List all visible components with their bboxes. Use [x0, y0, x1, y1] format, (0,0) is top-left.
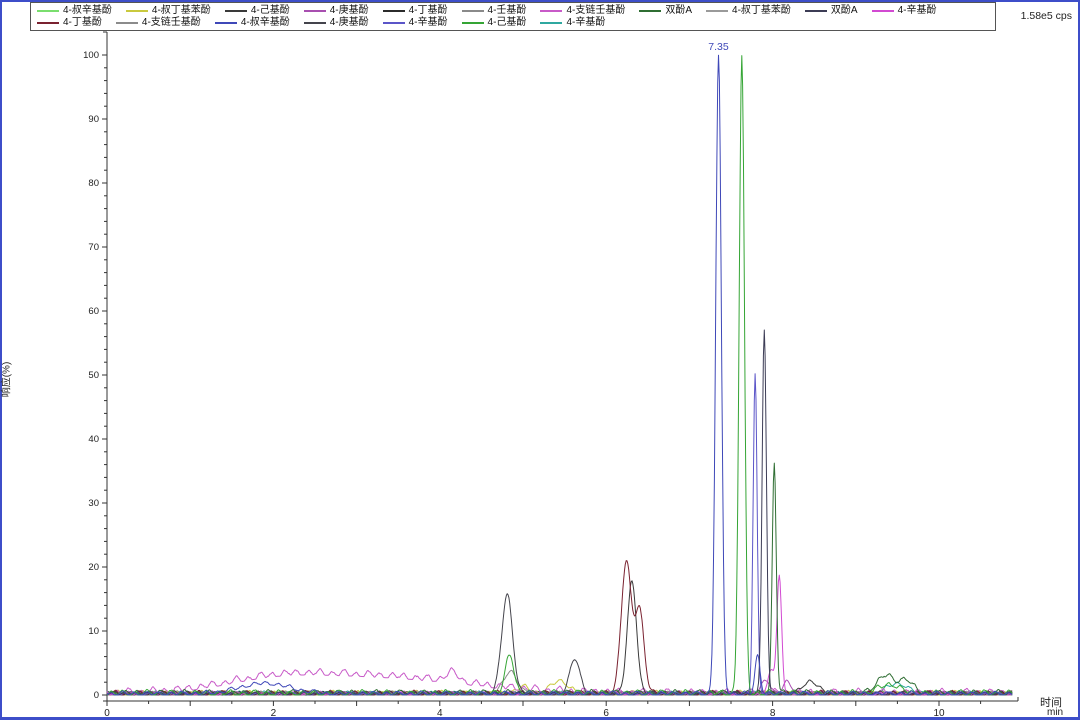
legend-item: 4-壬基酚	[462, 5, 527, 16]
x-tick-label: 2	[271, 708, 277, 719]
legend-item: 4-己基酚	[225, 5, 290, 16]
y-tick-label: 10	[88, 626, 99, 637]
legend-color-swatch	[805, 10, 827, 12]
legend-color-swatch	[116, 22, 138, 24]
y-tick-label: 90	[88, 114, 99, 125]
x-tick-label: 6	[603, 708, 609, 719]
legend-item: 4-支链壬基酚	[116, 17, 201, 28]
legend-item: 4-支链壬基酚	[540, 5, 625, 16]
legend-label: 4-丁基酚	[63, 17, 102, 28]
legend-item: 4-辛基酚	[383, 17, 448, 28]
x-tick-label: 8	[770, 708, 776, 719]
trace-4-辛基酚	[107, 575, 1012, 695]
legend-label: 4-己基酚	[488, 17, 527, 28]
x-tick-label: 4	[437, 708, 443, 719]
legend-label: 4-辛基酚	[566, 17, 605, 28]
legend-color-swatch	[225, 10, 247, 12]
legend-color-swatch	[383, 22, 405, 24]
legend-item: 4-庚基酚	[304, 5, 369, 16]
y-tick-label: 100	[83, 50, 99, 61]
trace-4-己基酚	[107, 581, 1012, 695]
legend-color-swatch	[304, 22, 326, 24]
legend-color-swatch	[540, 22, 562, 24]
legend-color-swatch	[383, 10, 405, 12]
trace-双酚A	[107, 463, 1012, 695]
y-tick-label: 0	[94, 690, 99, 701]
legend-color-swatch	[304, 10, 326, 12]
y-tick-label: 80	[88, 178, 99, 189]
legend-color-swatch	[37, 22, 59, 24]
chromatogram-plot: 0 10 20 30 40 50 60 70 80 90 100 0 2 4 6 8 10 7.35	[0, 0, 1080, 720]
legend-label: 4-叔丁基苯酚	[732, 5, 791, 16]
legend-label: 4-丁基酚	[409, 5, 448, 16]
y-tick-label: 20	[88, 562, 99, 573]
legend-color-swatch	[872, 10, 894, 12]
legend-item: 4-叔辛基酚	[215, 17, 290, 28]
legend-item: 4-己基酚	[462, 17, 527, 28]
chromatogram-window: 4-叔辛基酚 4-叔丁基苯酚 4-己基酚 4-庚基酚 4-丁基酚 4-壬基酚 4-支链壬基酚…	[0, 0, 1080, 720]
legend-color-swatch	[215, 22, 237, 24]
legend-box: 4-叔辛基酚 4-叔丁基苯酚 4-己基酚 4-庚基酚 4-丁基酚 4-壬基酚 4-支链壬基酚…	[30, 2, 996, 31]
legend-label: 4-壬基酚	[488, 5, 527, 16]
x-tick-label: 10	[933, 708, 945, 719]
legend-color-swatch	[462, 10, 484, 12]
legend-color-swatch	[540, 10, 562, 12]
legend-item: 4-丁基酚	[37, 17, 102, 28]
legend-color-swatch	[639, 10, 661, 12]
peak-retention-time-label: 7.35	[708, 41, 729, 53]
legend-color-swatch	[706, 10, 728, 12]
legend-row: 4-叔辛基酚 4-叔丁基苯酚 4-己基酚 4-庚基酚 4-丁基酚 4-壬基酚 4-支链壬基酚…	[37, 5, 989, 16]
legend-label: 4-辛基酚	[409, 17, 448, 28]
y-tick-label: 30	[88, 498, 99, 509]
trace-4-丁基酚	[107, 561, 1012, 695]
y-tick-label: 60	[88, 306, 99, 317]
trace-4-辛基酚	[107, 374, 1012, 695]
y-axis-title: 响应(%)	[0, 345, 13, 415]
trace-4-叔辛基酚	[107, 55, 1012, 695]
y-tick-label: 70	[88, 242, 99, 253]
legend-label: 4-己基酚	[251, 5, 290, 16]
legend-label: 4-支链壬基酚	[142, 17, 201, 28]
legend-label: 4-叔丁基苯酚	[152, 5, 211, 16]
x-axis-unit: min	[1047, 707, 1063, 718]
legend-row: 4-丁基酚 4-支链壬基酚 4-叔辛基酚 4-庚基酚 4-辛基酚 4-己基酚 4-辛基酚	[37, 17, 989, 28]
legend-item: 4-叔丁基苯酚	[126, 5, 211, 16]
legend-label: 4-支链壬基酚	[566, 5, 625, 16]
trace-4-己基酚	[107, 56, 1012, 695]
legend-label: 4-辛基酚	[898, 5, 937, 16]
legend-color-swatch	[37, 10, 59, 12]
y-tick-label: 50	[88, 370, 99, 381]
legend-label: 4-庚基酚	[330, 17, 369, 28]
legend-item: 4-叔辛基酚	[37, 5, 112, 16]
legend-label: 双酚A	[831, 5, 858, 16]
legend-item: 4-辛基酚	[872, 5, 937, 16]
legend-color-swatch	[462, 22, 484, 24]
trace-双酚A	[107, 330, 1012, 695]
legend-item: 4-丁基酚	[383, 5, 448, 16]
x-tick-label: 0	[104, 708, 110, 719]
legend-item: 4-庚基酚	[304, 17, 369, 28]
legend-item: 4-叔丁基苯酚	[706, 5, 791, 16]
legend-item: 双酚A	[639, 5, 692, 16]
legend-item: 4-辛基酚	[540, 17, 605, 28]
legend-color-swatch	[126, 10, 148, 12]
legend-item: 双酚A	[805, 5, 858, 16]
legend-label: 4-庚基酚	[330, 5, 369, 16]
legend-label: 双酚A	[665, 5, 692, 16]
legend-label: 4-叔辛基酚	[63, 5, 112, 16]
legend-label: 4-叔辛基酚	[241, 17, 290, 28]
y-tick-label: 40	[88, 434, 99, 445]
